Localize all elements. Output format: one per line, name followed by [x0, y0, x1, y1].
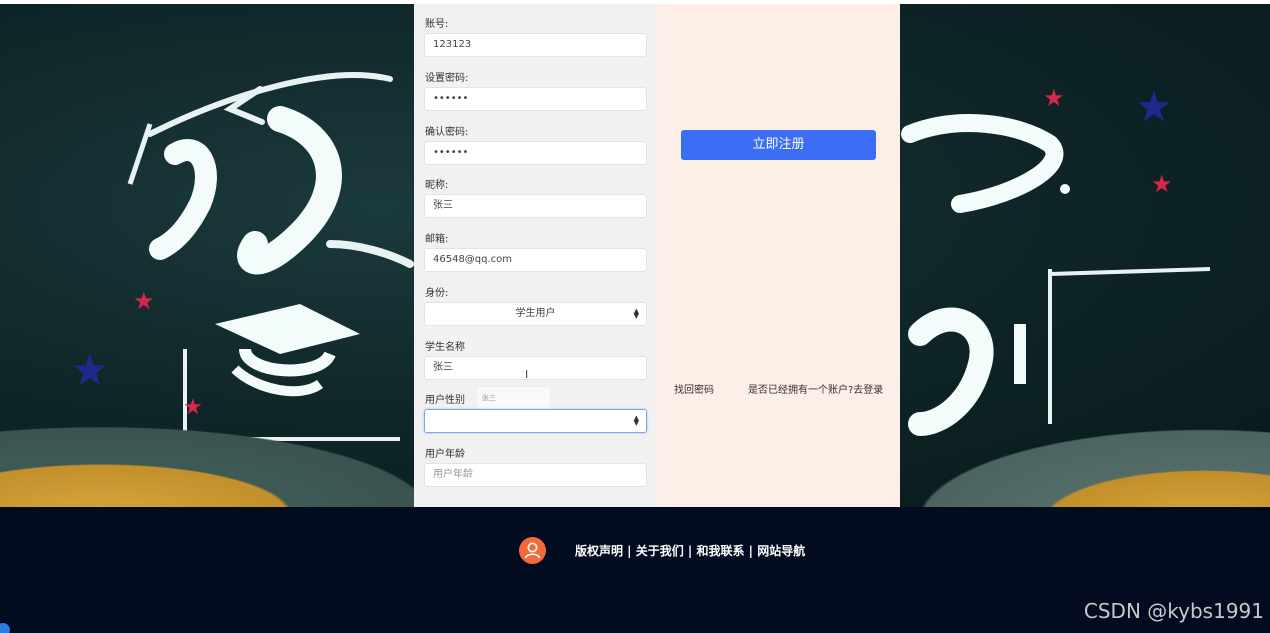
user-icon — [524, 542, 541, 559]
age-input[interactable]: 用户年龄 — [424, 463, 647, 487]
hills-left-decoration — [0, 427, 430, 507]
gender-label: 用户性别 — [425, 395, 465, 406]
confirm-password-label: 确认密码: — [425, 127, 469, 138]
account-input[interactable]: 123123 — [424, 33, 647, 57]
identity-select[interactable]: 学生用户 ▲ ▼ — [424, 302, 647, 326]
register-button[interactable]: 立即注册 — [681, 130, 876, 160]
identity-selected-value: 学生用户 — [515, 308, 556, 319]
age-label: 用户年龄 — [425, 449, 465, 460]
footer: 版权声明 | 关于我们 | 和我联系 | 网站导航 CSDN @kybs1991 — [0, 507, 1270, 633]
find-password-link[interactable]: 找回密码 — [674, 381, 714, 396]
nickname-input[interactable]: 张三 — [424, 194, 647, 218]
star-icon: ★ — [1135, 82, 1173, 131]
password-input[interactable]: •••••• — [424, 87, 647, 111]
password-label: 设置密码: — [425, 73, 469, 84]
star-icon: ★ — [70, 345, 110, 396]
star-icon: ★ — [1151, 170, 1173, 198]
select-arrows-icon: ▲ ▼ — [633, 307, 639, 320]
nickname-label: 昵称: — [425, 180, 449, 191]
email-label: 邮箱: — [425, 234, 449, 245]
avatar — [519, 537, 546, 564]
account-label: 账号: — [425, 19, 449, 30]
gender-select[interactable]: ▲ ▼ — [424, 409, 647, 433]
footer-links[interactable]: 版权声明 | 关于我们 | 和我联系 | 网站导航 — [575, 542, 805, 559]
corner-indicator-icon — [0, 623, 10, 633]
suggestion-item[interactable]: 张三 — [482, 391, 545, 407]
student-name-label: 学生名称 — [425, 342, 465, 353]
student-name-input[interactable]: 张三 — [424, 356, 647, 380]
email-input[interactable]: 46548@qq.com — [424, 248, 647, 272]
text-cursor-icon: I — [525, 368, 529, 381]
watermark: CSDN @kybs1991 — [1083, 599, 1264, 623]
hills-right-decoration — [910, 427, 1270, 507]
side-panel: 立即注册 找回密码 是否已经拥有一个账户?去登录 — [657, 4, 900, 507]
registration-form: 账号: 123123 设置密码: •••••• 确认密码: •••••• 昵称:… — [414, 4, 657, 507]
identity-label: 身份: — [425, 288, 449, 299]
star-icon: ★ — [1043, 84, 1065, 112]
select-arrows-icon: ▲ ▼ — [633, 414, 639, 427]
login-link[interactable]: 是否已经拥有一个账户?去登录 — [748, 381, 883, 396]
star-icon: ★ — [183, 395, 203, 420]
confirm-password-input[interactable]: •••••• — [424, 141, 647, 165]
star-icon: ★ — [133, 287, 155, 315]
